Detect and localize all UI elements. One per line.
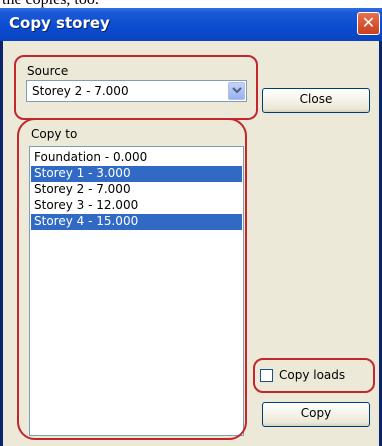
window-title: Copy storey (9, 14, 110, 32)
source-annotation-outline (14, 55, 258, 120)
background-text: the copies, too. (2, 0, 99, 8)
copy-loads-annotation-outline (253, 358, 375, 393)
title-bar[interactable]: Copy storey ✕ (0, 8, 382, 41)
copy-button[interactable]: Copy (262, 402, 370, 427)
copy-button-label: Copy (300, 406, 332, 420)
close-icon[interactable]: ✕ (357, 12, 380, 35)
close-button[interactable]: Close (262, 88, 370, 113)
copy-to-annotation-outline (17, 118, 247, 440)
close-button-label: Close (299, 92, 333, 106)
background-document-strip: the copies, too. (0, 0, 382, 8)
